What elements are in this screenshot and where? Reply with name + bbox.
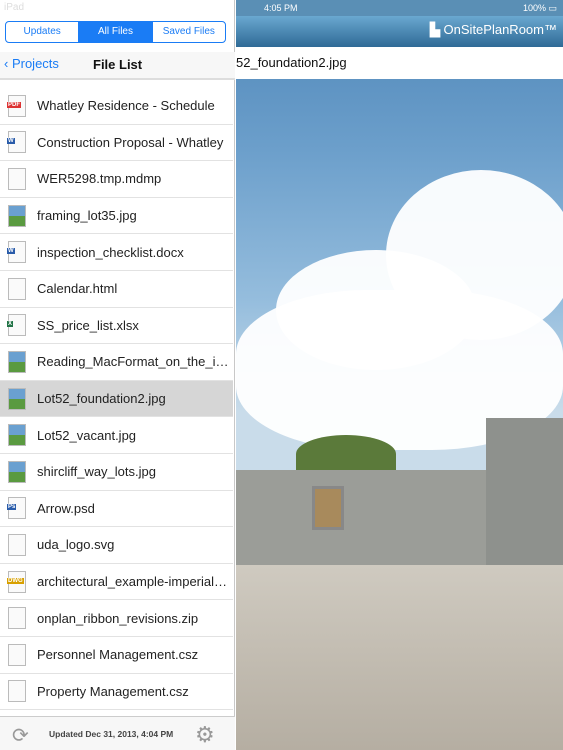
logo: ▙ OnSitePlanRoom™ (430, 22, 557, 38)
dwg-file-icon: DWG (7, 570, 26, 593)
battery: 100% ▭ (522, 3, 557, 13)
file-row[interactable]: Property Management.csz (0, 674, 233, 711)
img-file-icon (8, 460, 26, 483)
file-list: PDF Whatley Residence - Schedule W Construc… (0, 88, 233, 711)
tab-all-files[interactable]: All Files (79, 22, 153, 42)
clock: 4:05 PM (264, 3, 298, 13)
file-name: Property Management.csz (37, 683, 189, 699)
xls-file-icon: X (7, 314, 26, 337)
pdf-file-icon: PDF (7, 94, 26, 117)
img-file-icon (8, 350, 26, 373)
file-file-icon (8, 533, 26, 556)
file-name: Lot52_foundation2.jpg (37, 391, 166, 407)
battery-percent: 100% (522, 3, 546, 13)
file-row[interactable]: framing_lot35.jpg (0, 198, 233, 235)
updated-text: Updated Dec 31, 2013, 4:04 PM (49, 729, 174, 739)
header-bar: ▙ OnSitePlanRoom™ (236, 16, 563, 47)
file-name: shircliff_way_lots.jpg (37, 464, 156, 480)
img-file-icon (8, 204, 26, 227)
footer: ⟳ Updated Dec 31, 2013, 4:04 PM ⚙ (0, 716, 235, 750)
photo-tree (296, 435, 396, 473)
file-name: onplan_ribbon_revisions.zip (37, 610, 199, 626)
file-row[interactable]: Ps Arrow.psd (0, 491, 233, 528)
psd-file-icon: Ps (7, 497, 26, 520)
refresh-icon[interactable]: ⟳ (12, 723, 29, 748)
image-viewer: 4:05 PM 100% ▭ ▙ OnSitePlanRoom™ 52_foun… (236, 0, 563, 750)
file-name: Personnel Management.csz (37, 647, 199, 663)
gear-icon[interactable]: ⚙ (195, 722, 215, 748)
file-name: inspection_checklist.docx (37, 244, 184, 260)
file-row[interactable]: WER5298.tmp.mdmp (0, 161, 233, 198)
file-row[interactable]: Winspection_checklist.docx (0, 234, 233, 271)
img-file-icon (8, 424, 26, 447)
file-row[interactable]: onplan_ribbon_revisions.zip (0, 600, 233, 637)
file-name: Construction Proposal - Whatley (37, 134, 224, 150)
file-name: Arrow.psd (37, 500, 95, 516)
file-row[interactable]: X SS_price_list.xlsx (0, 308, 233, 345)
logo-mark: ▙ (429, 22, 444, 37)
file-name: WER5298.tmp.mdmp (37, 171, 162, 187)
file-row[interactable]: PDF Whatley Residence - Schedule (0, 88, 233, 125)
file-name: Lot52_vacant.jpg (37, 427, 137, 443)
file-row[interactable]: Lot52_vacant.jpg (0, 417, 233, 454)
file-row[interactable]: Lot52_foundation2.jpg (0, 380, 233, 418)
file-row[interactable]: uda_logo.svg (0, 527, 233, 564)
file-name: Calendar.html (37, 281, 118, 297)
file-row[interactable]: DWG architectural_example-imperial.dwg (0, 564, 233, 601)
photo-ground (236, 565, 563, 750)
file-row[interactable]: Calendar.html (0, 271, 233, 308)
doc-file-icon: W (7, 241, 26, 264)
file-row[interactable]: Personnel Management.csz (0, 637, 233, 674)
viewer-filename: 52_foundation2.jpg (236, 47, 563, 79)
file-row[interactable]: W Construction Proposal - Whatley (0, 125, 233, 162)
img-file-icon (8, 387, 26, 410)
page-title: File List (93, 57, 143, 72)
file-list-panel: iPad Updates All Files Saved Files ‹ Proje… (0, 0, 235, 750)
file-name: Whatley Residence - Schedule (37, 98, 215, 114)
segmented-control: Updates All Files Saved Files (5, 21, 226, 43)
csz-file-icon (8, 643, 26, 666)
logo-text: OnSitePlanRoom™ (443, 22, 557, 37)
photo-wall (236, 470, 486, 570)
zip-file-icon (8, 607, 26, 630)
tab-saved-files[interactable]: Saved Files (153, 22, 225, 42)
file-file-icon (8, 277, 26, 300)
file-name: framing_lot35.jpg (37, 208, 137, 224)
nav-bar: ‹ Projects File List (0, 52, 235, 80)
file-name: Reading_MacFormat_on_the_iPad.jpg (37, 354, 229, 370)
file-row[interactable]: shircliff_way_lots.jpg (0, 454, 233, 491)
file-name: architectural_example-imperial.dwg (37, 574, 229, 590)
file-row[interactable]: Reading_MacFormat_on_the_iPad.jpg (0, 344, 233, 381)
photo-window (312, 486, 344, 530)
file-file-icon (8, 167, 26, 190)
file-name: SS_price_list.xlsx (37, 317, 139, 333)
status-bar-left: iPad (4, 2, 25, 13)
back-label: Projects (11, 56, 59, 71)
back-button[interactable]: ‹ Projects (4, 56, 59, 71)
status-bar-right: 4:05 PM 100% ▭ (236, 0, 563, 16)
csz-file-icon (8, 680, 26, 703)
file-name: uda_logo.svg (37, 537, 115, 553)
doc-file-icon: W (7, 131, 26, 154)
tab-updates[interactable]: Updates (6, 22, 80, 42)
